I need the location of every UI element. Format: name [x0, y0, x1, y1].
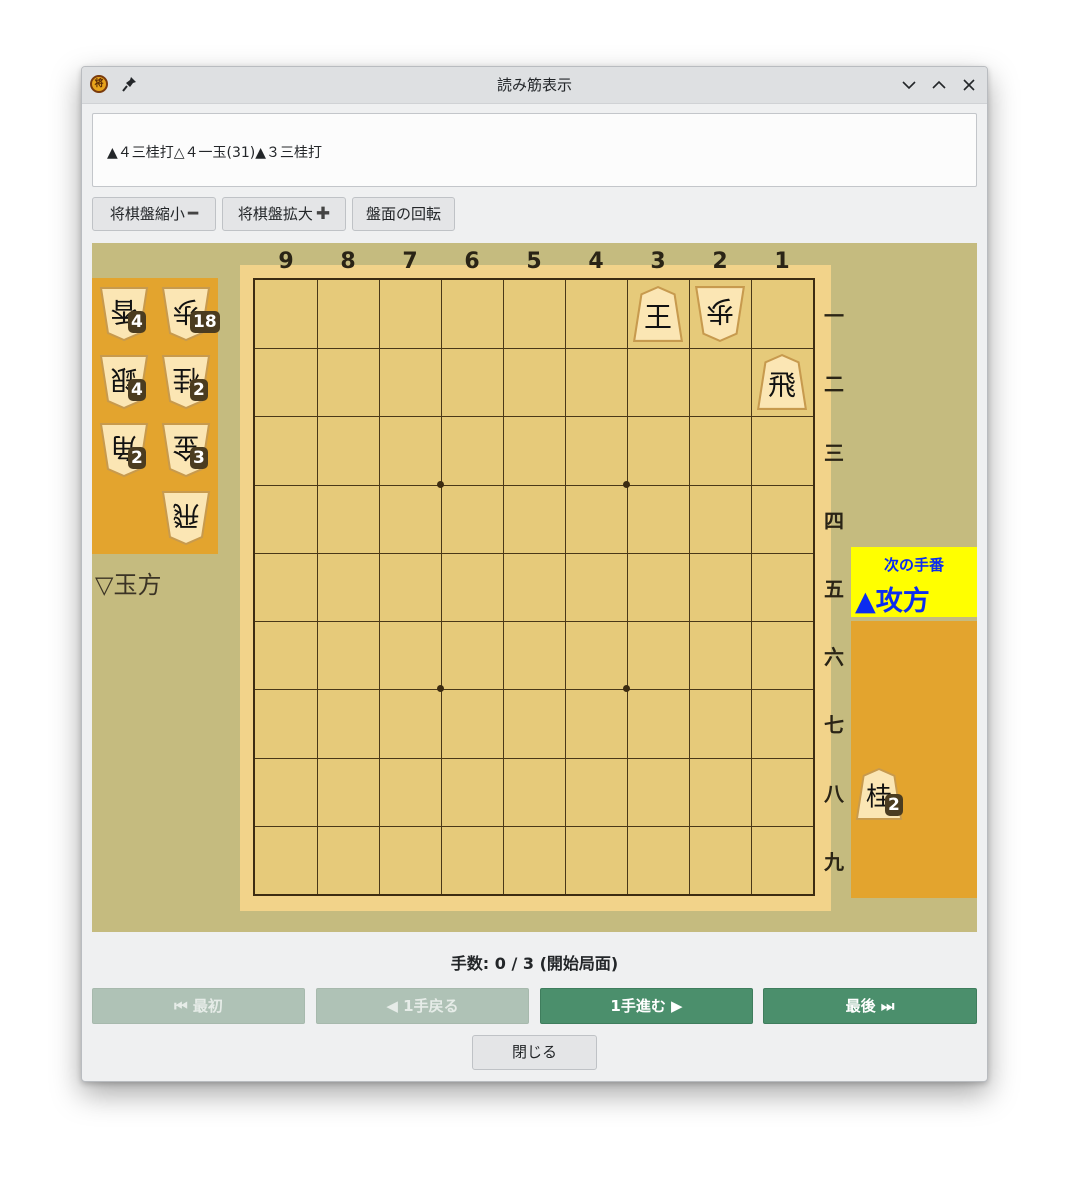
rank-label: 四	[824, 508, 844, 533]
turn-indicator: 次の手番 ▲攻方	[851, 547, 977, 617]
grid-line	[503, 280, 504, 894]
svg-text:歩: 歩	[706, 295, 734, 328]
shogi-piece[interactable]: 歩	[694, 285, 746, 343]
rank-label: 二	[824, 372, 844, 397]
title-bar[interactable]: 将 読み筋表示	[82, 67, 987, 104]
window-title: 読み筋表示	[496, 76, 572, 94]
grid-line	[751, 280, 752, 894]
grid-line	[627, 280, 628, 894]
maximize-icon[interactable]	[930, 76, 948, 94]
enlarge-board-button[interactable]: 将棋盤拡大 ✚	[222, 197, 346, 231]
shogi-piece[interactable]: 飛	[756, 353, 808, 411]
star-point	[437, 480, 444, 488]
file-label: 7	[402, 249, 418, 274]
grid-line	[255, 416, 813, 418]
pv-text: ▲４三桂打△４一玉(31)▲３三桂打	[107, 145, 323, 161]
file-label: 9	[278, 249, 294, 274]
grid-line	[317, 280, 318, 894]
file-label: 2	[712, 249, 728, 274]
gote-hand-area: 香 4 歩 18 銀 4 桂 2 角 2 金 3 飛	[92, 278, 220, 554]
hand-count-badge: 4	[128, 379, 146, 401]
shrink-board-label: 将棋盤縮小	[109, 205, 185, 223]
svg-text:飛: 飛	[768, 369, 796, 402]
move-count: 手数: 0 / 3 (開始局面)	[450, 954, 619, 973]
star-point	[437, 685, 444, 693]
file-label: 1	[774, 249, 790, 274]
first-move-button[interactable]: ⏮ 最初	[92, 988, 305, 1024]
grid-line	[255, 621, 813, 623]
grid-line	[441, 280, 442, 894]
pv-display: ▲４三桂打△４一玉(31)▲３三桂打	[92, 113, 977, 187]
hand-count-badge: 2	[128, 447, 146, 469]
svg-text:王: 王	[644, 301, 672, 334]
file-label: 5	[526, 249, 542, 274]
rank-label: 三	[824, 440, 844, 465]
grid-line	[255, 689, 813, 691]
gote-side-label: ▽玉方	[95, 571, 162, 599]
svg-text:飛: 飛	[173, 499, 200, 530]
rotate-board-button[interactable]: 盤面の回転	[352, 197, 455, 231]
next-move-button[interactable]: 1手進む ▶	[540, 988, 753, 1024]
prev-move-button[interactable]: ◀ 1手戻る	[316, 988, 529, 1024]
minimize-icon[interactable]	[900, 76, 918, 94]
grid-line	[255, 348, 813, 350]
close-icon[interactable]	[960, 76, 978, 94]
turn-side: ▲攻方	[855, 586, 930, 617]
enlarge-board-label: 将棋盤拡大	[237, 205, 313, 223]
rank-label: 六	[824, 645, 844, 670]
rank-label: 五	[824, 577, 844, 601]
grid-line	[255, 757, 813, 759]
plus-icon: ✚	[315, 204, 331, 224]
shogi-board[interactable]	[253, 278, 815, 896]
hand-count-badge: 18	[190, 311, 220, 333]
hand-count-badge: 2	[885, 794, 903, 816]
rank-label: 九	[824, 849, 844, 874]
file-label: 8	[340, 249, 356, 274]
star-point	[623, 480, 630, 488]
star-point	[623, 685, 630, 693]
grid-line	[689, 280, 690, 894]
shogi-piece[interactable]: 飛	[160, 490, 212, 546]
pv-window: 将 読み筋表示 ▲４三桂打△４一玉(31)▲３三桂打 将棋盤縮小 ━ 将棋盤拡大 ✚…	[81, 66, 988, 1082]
hand-count-badge: 3	[190, 447, 208, 469]
file-label: 6	[464, 249, 480, 274]
rank-label: 八	[824, 781, 844, 806]
shogi-scene: 香 4 歩 18 銀 4 桂 2 角 2 金 3 飛 ▽玉方 次の手番 ▲攻方 桂2 987654321…	[92, 243, 977, 932]
minus-icon: ━	[187, 204, 199, 224]
grid-line	[255, 484, 813, 486]
rotate-board-label: 盤面の回転	[365, 205, 441, 223]
grid-line	[255, 825, 813, 827]
rank-label: 一	[824, 304, 844, 329]
sente-hand-area: 桂2	[851, 621, 977, 898]
last-move-button[interactable]: 最後 ⏭	[763, 988, 977, 1024]
grid-line	[379, 280, 380, 894]
hand-count-badge: 2	[190, 379, 208, 401]
close-button[interactable]: 閉じる	[472, 1035, 597, 1070]
file-label: 3	[650, 249, 666, 274]
turn-caption: 次の手番	[883, 556, 944, 574]
grid-line	[565, 280, 566, 894]
file-label: 4	[588, 249, 604, 274]
shrink-board-button[interactable]: 将棋盤縮小 ━	[92, 197, 216, 231]
grid-line	[255, 552, 813, 554]
shogi-piece[interactable]: 王	[632, 285, 684, 343]
rank-label: 七	[824, 713, 844, 738]
hand-count-badge: 4	[128, 311, 146, 333]
